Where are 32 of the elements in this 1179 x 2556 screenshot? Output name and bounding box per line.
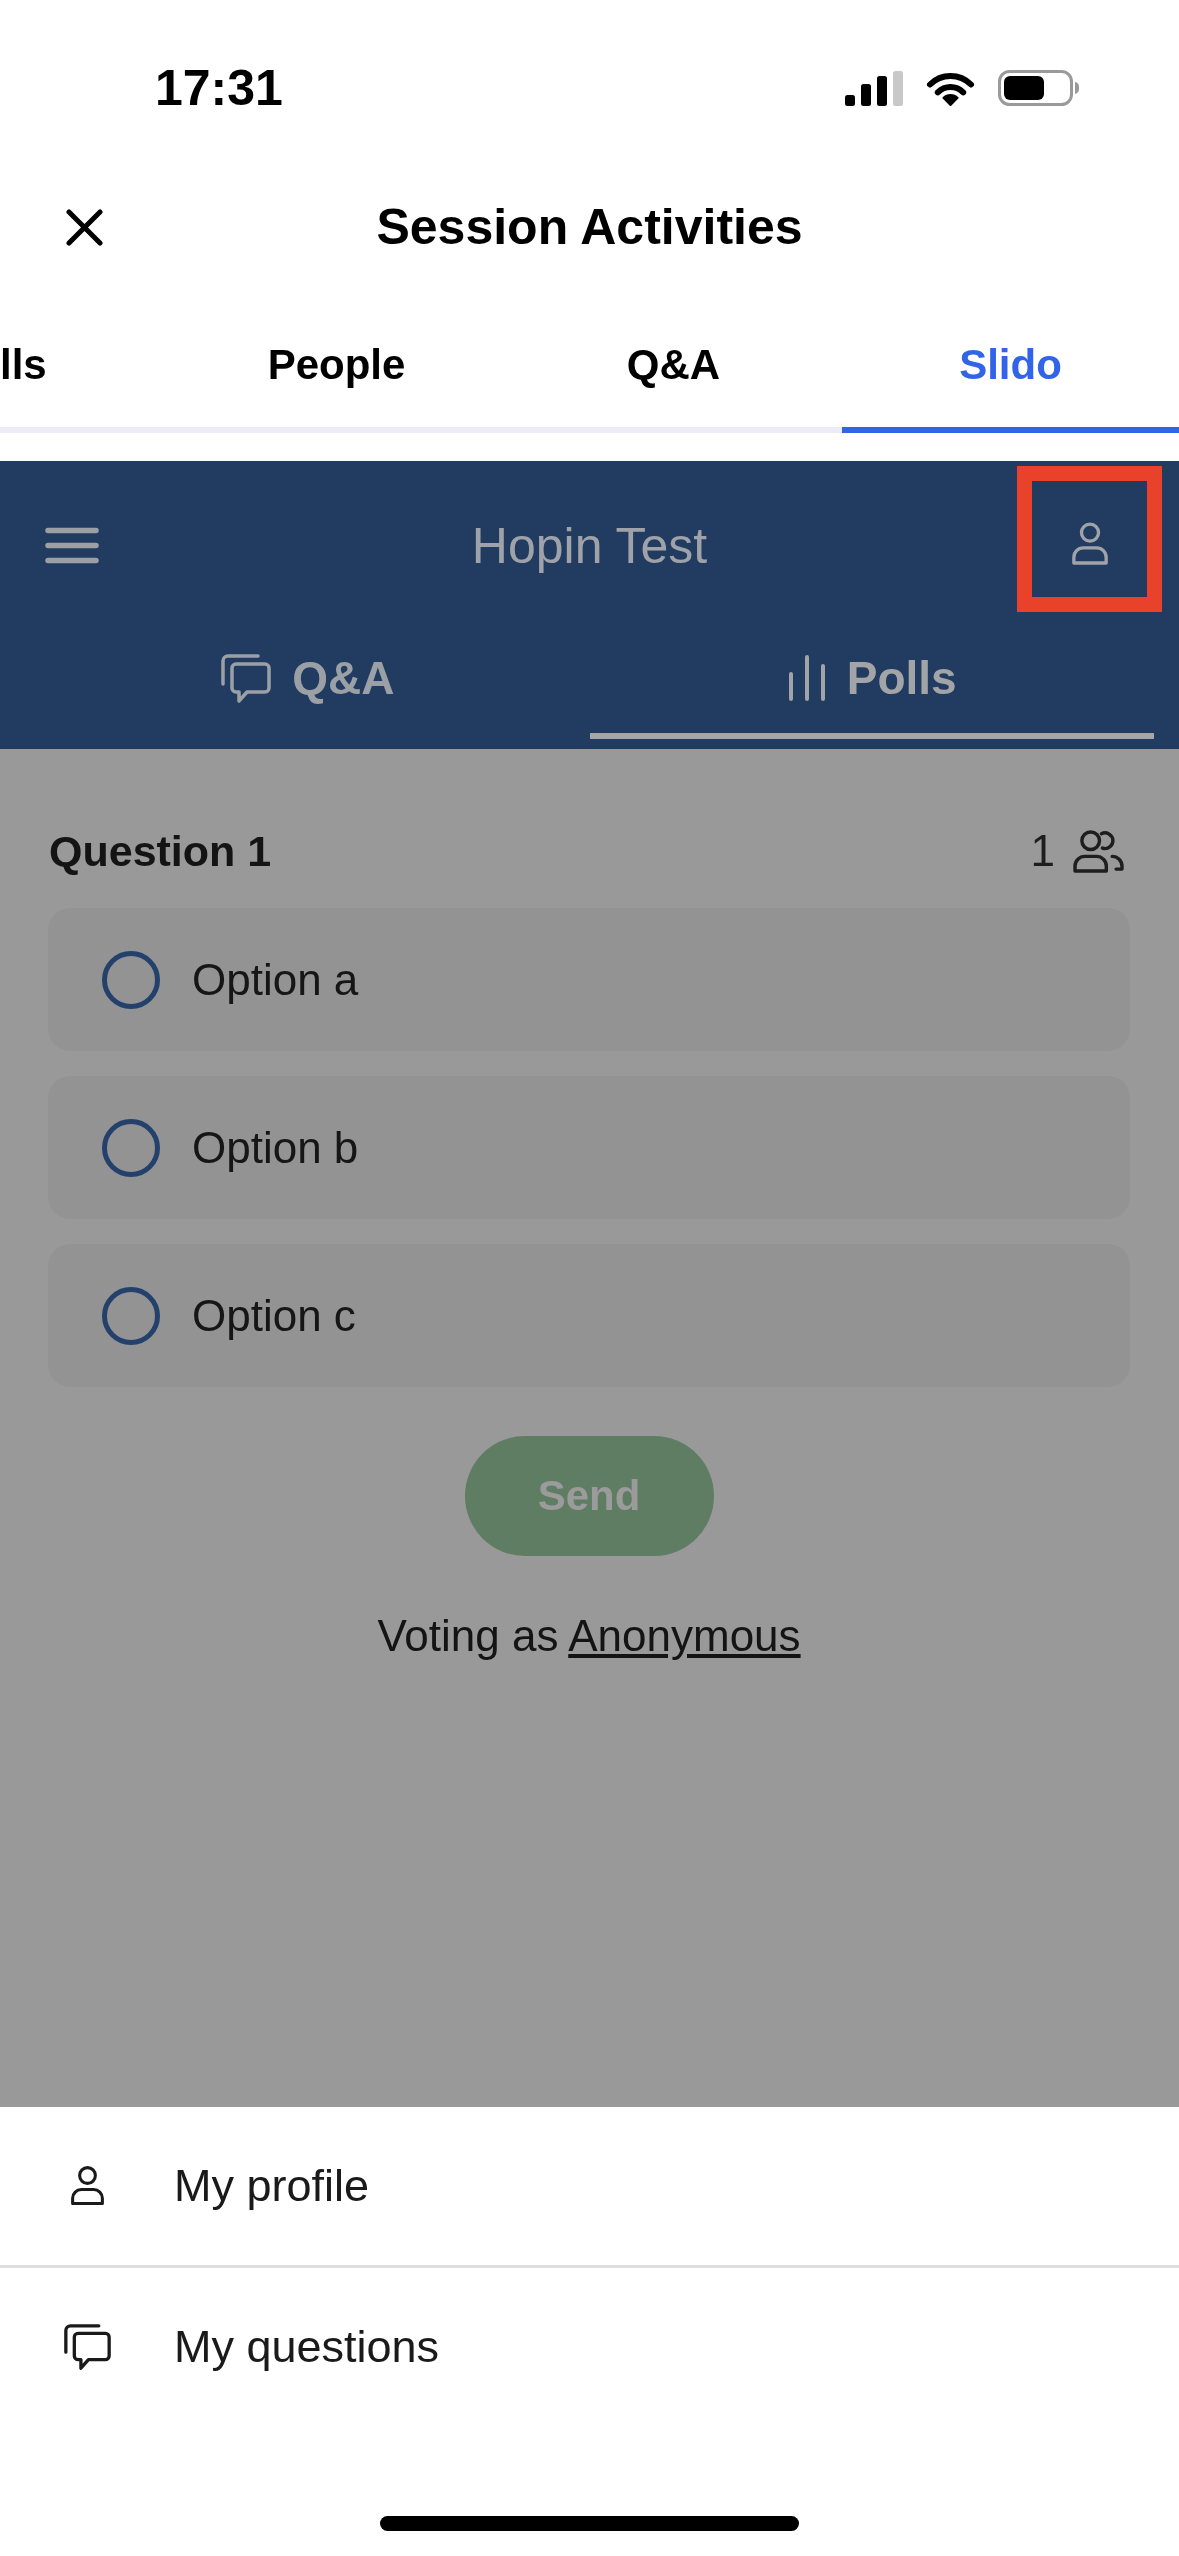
voting-note: Voting as Anonymous xyxy=(377,1610,801,1662)
radio-button[interactable] xyxy=(102,1286,160,1345)
poll-option[interactable]: Option b xyxy=(48,1076,1130,1219)
poll-option[interactable]: Option a xyxy=(48,908,1130,1051)
anonymous-link[interactable]: Anonymous xyxy=(568,1611,801,1660)
radio-button[interactable] xyxy=(102,1118,160,1177)
wifi-icon xyxy=(925,70,976,106)
question-title: Question 1 xyxy=(49,826,272,876)
people-icon xyxy=(1072,828,1125,874)
menu-item[interactable]: My questions xyxy=(0,2268,1179,2426)
speech-bubbles-icon xyxy=(62,2323,112,2371)
tab[interactable]: People xyxy=(168,282,505,433)
person-icon xyxy=(69,2165,105,2207)
tab[interactable]: Q&A xyxy=(25,630,590,739)
close-icon[interactable] xyxy=(66,208,103,246)
poll-option[interactable]: Option c xyxy=(48,1244,1130,1387)
bar-chart-icon xyxy=(786,654,827,702)
participant-count: 1 xyxy=(1030,826,1055,876)
battery-icon xyxy=(998,70,1080,106)
menu-icon[interactable] xyxy=(45,527,99,564)
menu-item[interactable]: My profile xyxy=(0,2107,1179,2265)
tab[interactable]: Slido xyxy=(842,282,1179,433)
signal-icon xyxy=(845,70,903,106)
tab[interactable]: lls xyxy=(0,282,168,433)
speech-bubbles-icon xyxy=(220,652,273,704)
tab[interactable]: Q&A xyxy=(505,282,842,433)
screen-title: Session Activities xyxy=(376,198,803,256)
event-title: Hopin Test xyxy=(471,516,708,575)
profile-icon[interactable] xyxy=(1070,522,1109,566)
radio-button[interactable] xyxy=(102,950,160,1009)
tab[interactable]: Polls xyxy=(589,630,1154,739)
status-time: 17:31 xyxy=(155,59,283,117)
